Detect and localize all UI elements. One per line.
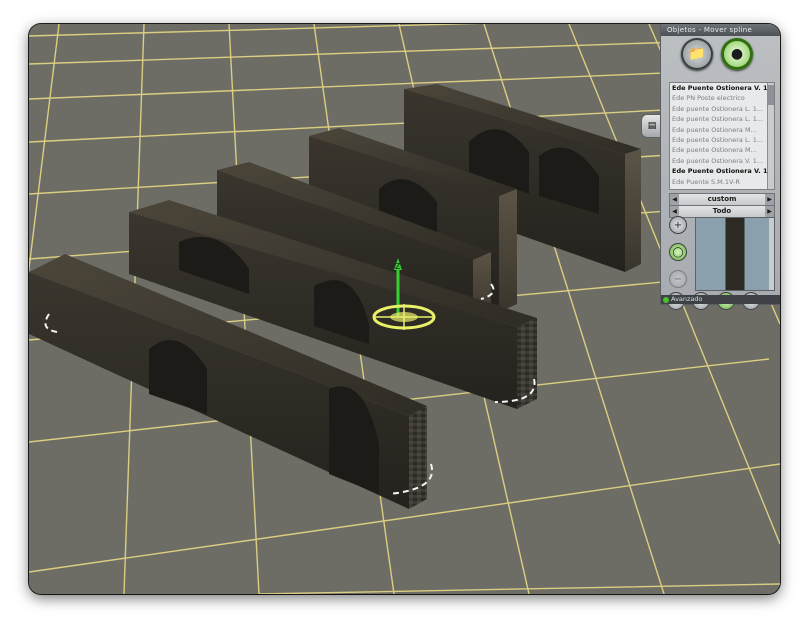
scrollbar-thumb[interactable] — [768, 85, 774, 105]
next-arrow-icon[interactable]: ▶ — [765, 206, 774, 217]
prev-arrow-icon[interactable]: ◀ — [670, 194, 679, 205]
panel-collapse-tab[interactable]: ▤ — [641, 114, 662, 138]
spline-node-icon: ● — [730, 46, 744, 62]
object-list-item[interactable]: Ede puente Ostionera M... — [670, 145, 774, 155]
object-list-item[interactable]: Ede puente Ostionera M... — [670, 125, 774, 135]
object-list-item[interactable]: Ede Puente Ostionera V. 1 w... — [670, 83, 774, 93]
gizmo-axis-label: Z — [395, 262, 401, 271]
object-list-scrollbar[interactable] — [767, 83, 774, 189]
scroll-icon: ▤ — [647, 121, 657, 131]
app-window: Z ▤ Objetos - Mover spline 📁 ● Ede Puent… — [29, 24, 780, 594]
object-mode-button[interactable]: 📁 — [681, 38, 713, 70]
preview-scrollbar[interactable] — [769, 218, 774, 290]
tool-column: + ◯ − — [669, 216, 687, 288]
select-tool-button[interactable]: ◯ — [669, 243, 687, 261]
plus-icon: + — [673, 219, 683, 231]
zoom-in-button[interactable]: + — [669, 216, 687, 234]
object-list[interactable]: Ede Puente Ostionera V. 1 w... Ede PN Pos… — [669, 82, 775, 190]
object-list-item[interactable]: Ede puente Ostionera V. 1... — [670, 156, 774, 166]
folder-object-icon: 📁 — [688, 46, 706, 62]
object-list-item[interactable]: Ede puente Ostionera L. 1... — [670, 135, 774, 145]
spline-mode-button[interactable]: ● — [721, 38, 753, 70]
advanced-toggle[interactable]: Avanzado — [661, 295, 780, 304]
panel-title: Objetos - Mover spline — [661, 24, 780, 36]
object-list-item[interactable]: Ede PN Poste electrico — [670, 93, 774, 103]
object-list-item[interactable]: Ede puente Ostionera L. 1... — [670, 104, 774, 114]
next-arrow-icon[interactable]: ▶ — [765, 194, 774, 205]
objects-panel: Objetos - Mover spline 📁 ● Ede Puente Os… — [660, 24, 780, 310]
category-filter-value: custom — [707, 195, 737, 203]
object-preview — [695, 217, 775, 291]
status-dot-icon — [663, 296, 669, 303]
zoom-out-button[interactable]: − — [669, 270, 687, 288]
minus-icon: − — [673, 273, 683, 285]
pointer-icon: ◯ — [672, 246, 684, 258]
advanced-label: Avanzado — [671, 295, 703, 303]
object-list-item[interactable]: Ede Puente S.M.1V-R — [670, 177, 774, 187]
mode-buttons: 📁 ● — [681, 38, 753, 70]
subcategory-filter-value: Todo — [712, 207, 732, 215]
object-list-item[interactable]: Ede puente Ostionera L. 1... — [670, 114, 774, 124]
object-list-item[interactable]: Ede Puente Ostionera V. 1... — [670, 166, 774, 176]
